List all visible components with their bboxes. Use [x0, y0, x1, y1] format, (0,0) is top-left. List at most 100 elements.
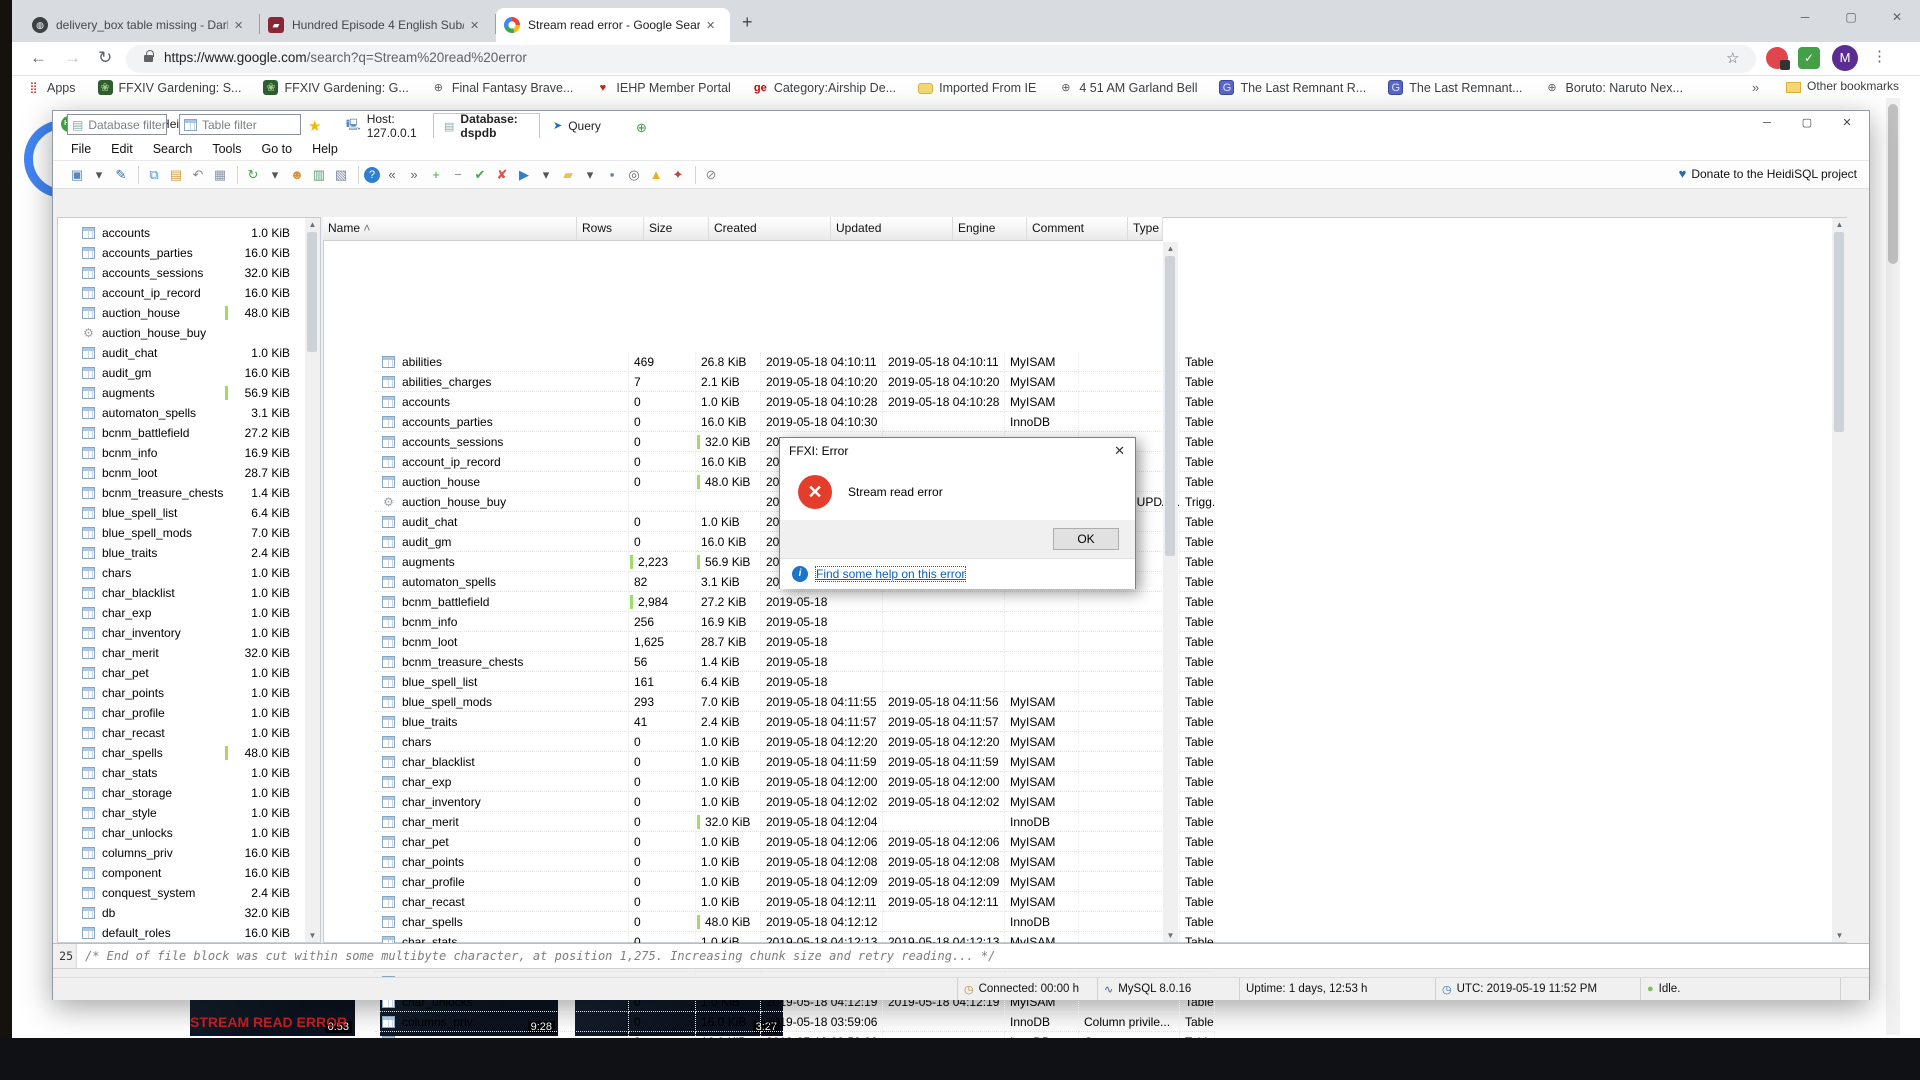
sidebar-table-item[interactable]: bcnm_battlefield 27.2 KiB	[58, 423, 290, 443]
table-row[interactable]: bcnm_battlefield 2,984 27.2 KiB 2019-05-18 T…	[375, 592, 1215, 612]
favorites-star-icon[interactable]: ★	[308, 117, 321, 135]
reload-icon[interactable]: ↻	[98, 48, 112, 68]
sidebar-table-item[interactable]: ⚙ auction_house_buy	[58, 323, 290, 343]
dropdown-icon[interactable]: ▾	[536, 165, 556, 185]
url-text[interactable]: https://www.google.com/search?q=Stream%2…	[164, 50, 527, 65]
tab-database-dspdb[interactable]: ▤ Database: dspdb	[433, 112, 540, 140]
grid-scrollbar-thumb[interactable]	[1165, 256, 1175, 556]
video-caption[interactable]: STREAM READ ERROR	[190, 1014, 347, 1030]
bookmark-star-icon[interactable]: ☆	[1726, 49, 1739, 67]
sidebar-table-item[interactable]: audit_gm 16.0 KiB	[58, 363, 290, 383]
database-filter-input[interactable]: ▤ Database filter	[67, 114, 167, 135]
sidebar-table-item[interactable]: default_roles 16.0 KiB	[58, 923, 290, 943]
column-header-type[interactable]: Type	[1128, 217, 1163, 240]
paste-icon[interactable]: ▤	[166, 165, 186, 185]
bookmark-item[interactable]: G The Last Remnant R...	[1219, 80, 1366, 95]
find-icon[interactable]: ◎	[624, 165, 644, 185]
dropdown-icon[interactable]: ▾	[89, 165, 109, 185]
menu-search[interactable]: Search	[153, 142, 193, 156]
table-row[interactable]: abilities 469 26.8 KiB 2019-05-18 04:10:11 2…	[375, 352, 1215, 372]
run-query-icon[interactable]: ▶	[514, 165, 534, 185]
copy-icon[interactable]: ⧉	[144, 165, 164, 185]
browser-page-scrollbar-thumb[interactable]	[1888, 104, 1898, 264]
close-icon[interactable]: ✕	[1874, 0, 1920, 34]
browser-tab[interactable]: ▰ Hundred Episode 4 English Sub/D ✕	[260, 8, 494, 42]
column-header-rows[interactable]: Rows	[577, 217, 644, 240]
forward-icon[interactable]: →	[64, 48, 81, 68]
table-row[interactable]: accounts 0 1.0 KiB 2019-05-18 04:10:28 2019-…	[375, 392, 1215, 412]
help-icon[interactable]: ?	[364, 166, 380, 183]
bookmark-item[interactable]: Imported From IE	[918, 81, 1036, 95]
sidebar-table-item[interactable]: columns_priv 16.0 KiB	[58, 843, 290, 863]
browser-menu-icon[interactable]: ⋮	[1872, 47, 1887, 65]
session-manager-icon[interactable]: ▣	[67, 165, 87, 185]
bookmark-item[interactable]: ⊕ Boruto: Naruto Nex...	[1545, 80, 1683, 95]
dialog-titlebar[interactable]: FFXI: Error	[780, 438, 1135, 464]
bookmark-item[interactable]: ⊕ 4 51 AM Garland Bell	[1058, 80, 1197, 95]
table-row[interactable]: blue_spell_list 161 6.4 KiB 2019-05-18 Table	[375, 672, 1215, 692]
bookmark-item[interactable]: ❀ FFXIV Gardening: S...	[97, 80, 241, 95]
other-bookmarks-button[interactable]: Other bookmarks	[1786, 79, 1899, 93]
sidebar-table-item[interactable]: augments 56.9 KiB	[58, 383, 290, 403]
tab-close-icon[interactable]: ✕	[470, 19, 479, 32]
sidebar-table-item[interactable]: char_style 1.0 KiB	[58, 803, 290, 823]
sidebar-table-item[interactable]: bcnm_loot 28.7 KiB	[58, 463, 290, 483]
export-grid-icon[interactable]: ▧	[331, 165, 351, 185]
tab-host-127-0-0-1[interactable]: 🖳 Host: 127.0.0.1	[336, 112, 430, 140]
open-file-icon[interactable]: ▰	[558, 165, 578, 185]
refresh-icon[interactable]: ↻	[243, 165, 263, 185]
column-header-engine[interactable]: Engine	[953, 217, 1027, 240]
print-icon[interactable]: ▦	[210, 165, 230, 185]
table-row[interactable]: char_blacklist 0 1.0 KiB 2019-05-18 04:11:5…	[375, 752, 1215, 772]
bookmarks-overflow-icon[interactable]: »	[1752, 80, 1759, 95]
table-row[interactable]: char_pet 0 1.0 KiB 2019-05-18 04:12:06 2019-…	[375, 832, 1215, 852]
discard-icon[interactable]: ✘	[492, 165, 512, 185]
help-link[interactable]: Find some help on this error	[814, 566, 967, 582]
sidebar-table-item[interactable]: bcnm_treasure_chests 1.4 KiB	[58, 483, 290, 503]
panel-scrollbar-thumb[interactable]	[1834, 232, 1844, 432]
table-filter-input[interactable]: Table filter	[179, 114, 301, 135]
menu-tools[interactable]: Tools	[212, 142, 241, 156]
export-database-icon[interactable]: ▥	[309, 165, 329, 185]
menu-file[interactable]: File	[71, 142, 91, 156]
column-header-name[interactable]: Name ˄	[323, 217, 577, 240]
sidebar-table-item[interactable]: auction_house 48.0 KiB	[58, 303, 290, 323]
undo-icon[interactable]: ↶	[188, 165, 208, 185]
sidebar-table-item[interactable]: account_ip_record 16.0 KiB	[58, 283, 290, 303]
dropdown-icon[interactable]: ▾	[265, 165, 285, 185]
special-icon[interactable]: ✦	[668, 165, 688, 185]
sidebar-table-item[interactable]: char_exp 1.0 KiB	[58, 603, 290, 623]
sidebar-table-item[interactable]: char_stats 1.0 KiB	[58, 763, 290, 783]
sidebar-scrollbar[interactable]: ▲ ▼	[305, 218, 320, 942]
sidebar-table-item[interactable]: component 16.0 KiB	[58, 863, 290, 883]
sidebar-table-item[interactable]: char_points 1.0 KiB	[58, 683, 290, 703]
back-icon[interactable]: ←	[30, 48, 47, 68]
column-header-size[interactable]: Size	[644, 217, 709, 240]
profile-avatar[interactable]: M	[1832, 45, 1858, 71]
decrease-icon[interactable]: −	[448, 165, 468, 185]
maximize-icon[interactable]: ▢	[1787, 111, 1827, 136]
sidebar-table-item[interactable]: blue_spell_list 6.4 KiB	[58, 503, 290, 523]
table-row[interactable]: char_recast 0 1.0 KiB 2019-05-18 04:12:11 20…	[375, 892, 1215, 912]
last-record-icon[interactable]: »	[404, 165, 424, 185]
table-row[interactable]: accounts_parties 0 16.0 KiB 2019-05-18 04:1…	[375, 412, 1215, 432]
tab-query[interactable]: ➤ Query	[543, 113, 611, 138]
table-row[interactable]: char_exp 0 1.0 KiB 2019-05-18 04:12:00 2019-…	[375, 772, 1215, 792]
bookmark-item[interactable]: G The Last Remnant...	[1388, 80, 1523, 95]
bookmark-item[interactable]: ⊕ Final Fantasy Brave...	[431, 80, 574, 95]
sidebar-table-item[interactable]: accounts_parties 16.0 KiB	[58, 243, 290, 263]
panel-scrollbar[interactable]: ▲ ▼	[1832, 218, 1847, 942]
dropdown-icon[interactable]: ▾	[580, 165, 600, 185]
menu-go-to[interactable]: Go to	[262, 142, 293, 156]
sql-log[interactable]: 25 /* End of file block was cut within s…	[53, 943, 1869, 969]
sidebar-table-item[interactable]: char_pet 1.0 KiB	[58, 663, 290, 683]
increase-icon[interactable]: +	[426, 165, 446, 185]
bookmark-item[interactable]: ge Category:Airship De...	[753, 80, 896, 95]
new-tab-button[interactable]: +	[742, 12, 753, 33]
sidebar-table-item[interactable]: bcnm_info 16.9 KiB	[58, 443, 290, 463]
close-icon[interactable]: ✕	[1827, 111, 1867, 136]
sidebar-table-item[interactable]: char_blacklist 1.0 KiB	[58, 583, 290, 603]
table-row[interactable]: bcnm_loot 1,625 28.7 KiB 2019-05-18 Table	[375, 632, 1215, 652]
bookmarks-apps-button[interactable]: ⣿ Apps	[26, 80, 75, 95]
new-window-icon[interactable]: ✎	[111, 165, 131, 185]
